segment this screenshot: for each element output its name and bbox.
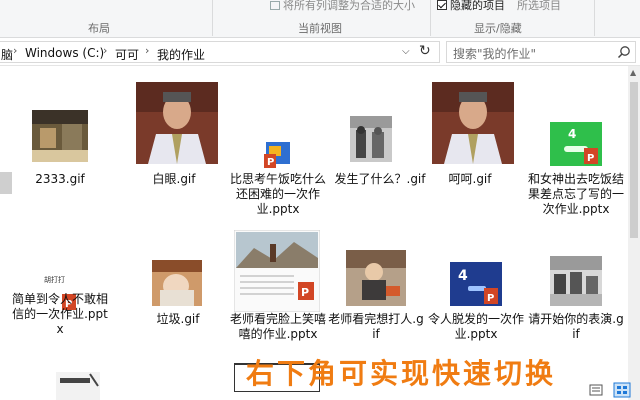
checked-icon — [437, 0, 447, 10]
svg-text:P: P — [587, 153, 594, 164]
svg-text:4: 4 — [568, 127, 576, 141]
file-name: 2333.gif — [35, 172, 85, 186]
ribbon-group-current-view: 当前视图 — [298, 22, 342, 35]
file-name: 简单到令人不敢相信的一次作业.pptx — [12, 292, 109, 336]
view-switch-buttons[interactable] — [588, 382, 634, 398]
chevron-right-icon[interactable]: › — [103, 44, 107, 57]
pptx-thumbnail: P — [264, 142, 290, 168]
ribbon-group-layout: 布局 — [88, 22, 110, 35]
search-icon[interactable] — [617, 45, 631, 59]
ribbon-divider — [212, 0, 213, 36]
chevron-right-icon[interactable]: › — [13, 44, 17, 57]
file-item[interactable]: 胡打打 P 简单到令人不敢相信的一次作业.pptx — [12, 242, 108, 372]
breadcrumb-current[interactable]: 我的作业 — [157, 46, 205, 63]
file-name: 发生了什么？.gif — [334, 172, 426, 186]
size-all-columns-command[interactable]: 将所有列调整为合适的大小 — [270, 0, 415, 13]
gif-thumbnail — [32, 110, 88, 162]
gif-thumbnail — [346, 250, 406, 306]
file-list: 2333.gif 白眼.gif P 比思考午饭吃什么还困难的一次作业.pptx — [12, 66, 628, 400]
file-name: 请开始你的表演.gif — [528, 312, 624, 341]
gif-thumbnail — [432, 82, 514, 164]
breadcrumb-folder[interactable]: 可可 — [115, 46, 139, 63]
breadcrumb-drive[interactable]: Windows (C:) — [25, 46, 104, 60]
file-item[interactable]: 4 P 和女神出去吃饭结果差点忘了写的一次作业.pptx — [528, 78, 624, 228]
svg-text:P: P — [487, 293, 494, 304]
file-item[interactable]: P 比思考午饭吃什么还困难的一次作业.pptx — [230, 78, 326, 228]
file-name: 垃圾.gif — [156, 312, 200, 326]
file-name: 白眼.gif — [152, 172, 196, 186]
pptx-thumbnail: P — [234, 230, 320, 312]
ribbon: 将所有列调整为合适的大小 隐藏的项目 所选项目 布局 当前视图 显示/隐藏 — [0, 0, 640, 38]
svg-text:P: P — [301, 286, 309, 299]
ribbon-group-show-hide: 显示/隐藏 — [474, 22, 522, 35]
scroll-up-icon[interactable]: ▲ — [630, 68, 636, 77]
gif-thumbnail — [136, 82, 218, 164]
svg-text:P: P — [267, 157, 274, 168]
svg-text:胡打打: 胡打打 — [44, 275, 65, 284]
file-name: 比思考午饭吃什么还困难的一次作业.pptx — [230, 172, 327, 216]
file-name: 和女神出去吃饭结果差点忘了写的一次作业.pptx — [528, 172, 625, 216]
file-name: 令人脱发的一次作业.pptx — [428, 312, 525, 341]
address-bar[interactable]: 脑 › Windows (C:) › 可可 › 我的作业 ⌵ ↻ — [0, 41, 440, 63]
pptx-thumbnail: 4 P — [450, 262, 502, 306]
file-name: 呵呵.gif — [448, 172, 492, 186]
file-item[interactable]: 白眼.gif — [126, 78, 222, 228]
hide-selected-command[interactable]: 所选项目 — [517, 0, 561, 13]
search-placeholder: 搜索"我的作业" — [453, 47, 537, 61]
file-explorer-window: 将所有列调整为合适的大小 隐藏的项目 所选项目 布局 当前视图 显示/隐藏 脑 … — [0, 0, 640, 400]
file-name: 老师看完想打人.gif — [328, 312, 424, 341]
partial-thumbnail — [56, 372, 100, 400]
chevron-right-icon[interactable]: › — [145, 44, 149, 57]
address-row: 脑 › Windows (C:) › 可可 › 我的作业 ⌵ ↻ 搜索"我的作业… — [0, 38, 640, 66]
overlay-caption: 右下角可实现快速切换 — [246, 357, 557, 390]
svg-text:4: 4 — [458, 268, 468, 284]
navigation-selected-item[interactable] — [0, 172, 12, 194]
pptx-thumbnail: 4 P — [550, 122, 602, 166]
breadcrumb-this-pc[interactable]: 脑 — [1, 46, 13, 63]
chevron-down-icon[interactable]: ⌵ — [402, 46, 410, 57]
file-item[interactable]: 呵呵.gif — [422, 78, 518, 228]
scroll-thumb[interactable] — [630, 82, 638, 238]
ribbon-divider — [430, 0, 431, 36]
gif-thumbnail — [152, 260, 202, 306]
file-item[interactable]: 发生了什么？.gif — [332, 78, 428, 228]
file-item[interactable]: P 老师看完脸上笑嘻嘻的作业.pptx — [230, 230, 326, 360]
gif-thumbnail — [550, 256, 602, 306]
file-item[interactable]: 垃圾.gif — [130, 242, 226, 372]
hidden-items-toggle[interactable]: 隐藏的项目 — [437, 0, 505, 13]
file-name: 老师看完脸上笑嘻嘻的作业.pptx — [230, 312, 327, 341]
gif-thumbnail — [350, 116, 392, 162]
file-item[interactable]: 2333.gif — [12, 78, 108, 228]
ribbon-divider — [594, 0, 595, 36]
search-input[interactable]: 搜索"我的作业" — [446, 41, 636, 63]
columns-icon — [270, 1, 280, 10]
refresh-icon[interactable]: ↻ — [419, 43, 431, 59]
navigation-pane[interactable] — [0, 66, 10, 400]
vertical-scrollbar[interactable]: ▲ — [628, 66, 640, 400]
